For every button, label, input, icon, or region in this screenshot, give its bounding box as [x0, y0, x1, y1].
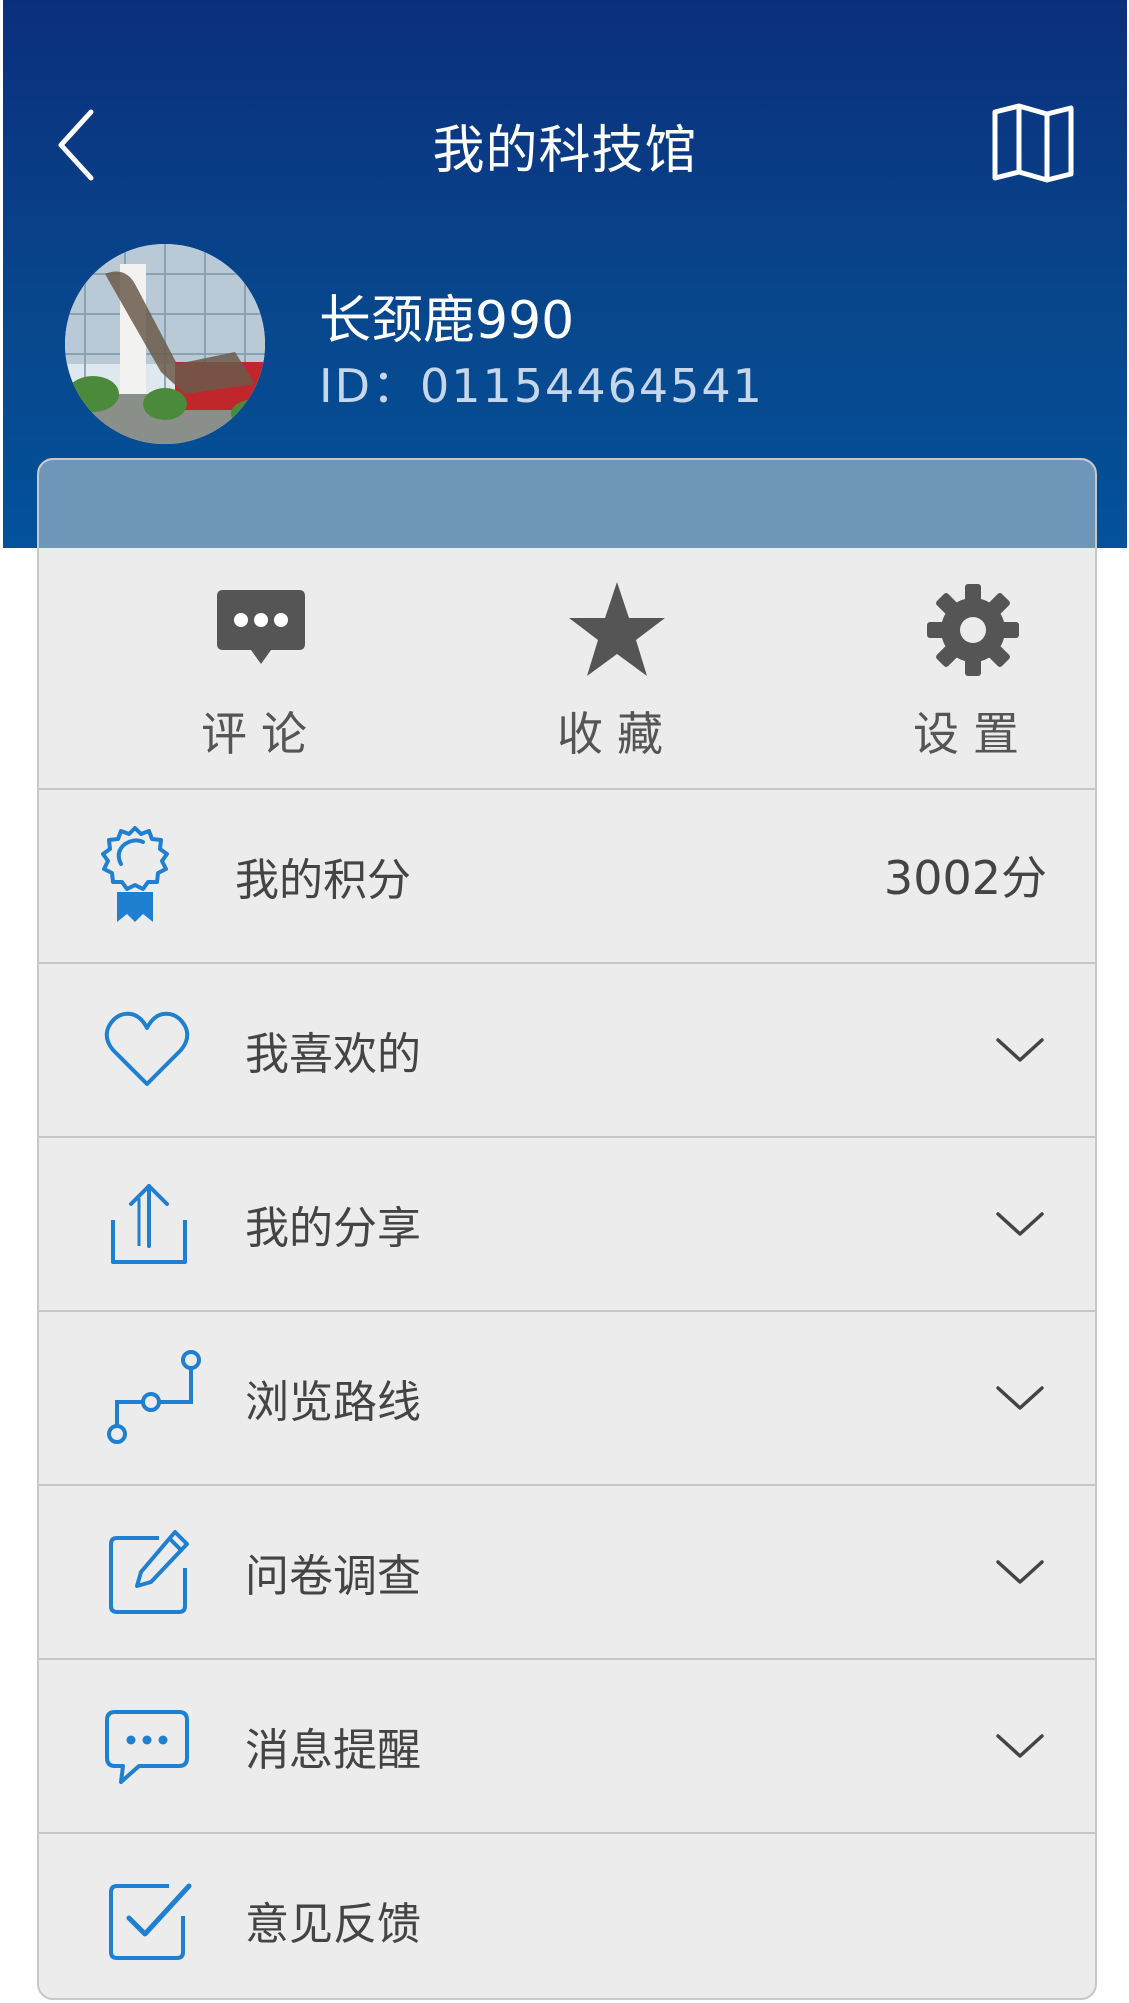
username: 长颈鹿990 — [319, 291, 575, 351]
route-icon — [107, 1350, 201, 1444]
points-label: 我的积分 — [235, 855, 411, 906]
comment-button[interactable]: 评论 — [161, 580, 361, 761]
menu-item-label: 意见反馈 — [245, 1899, 421, 1950]
points-row[interactable]: 我的积分 3002分 — [39, 790, 1095, 962]
edit-icon — [109, 1530, 189, 1614]
badge-icon — [101, 826, 169, 922]
favorite-label: 收藏 — [557, 707, 677, 761]
star-icon — [569, 582, 665, 676]
menu-item-feedback[interactable]: 意见反馈 — [39, 1834, 1095, 1998]
menu-item-messages[interactable]: 消息提醒 — [39, 1660, 1095, 1832]
message-icon — [105, 1710, 189, 1784]
account-panel: 评论 收藏 设置 我的积分 3002分 我喜欢的 我的分享 浏览路线 问卷调查 … — [37, 458, 1097, 2000]
favorite-button[interactable]: 收藏 — [517, 580, 717, 761]
menu-item-label: 消息提醒 — [245, 1725, 421, 1776]
points-value: 3002分 — [883, 851, 1047, 905]
map-button[interactable] — [991, 102, 1075, 184]
menu-item-label: 问卷调查 — [245, 1551, 421, 1602]
gear-icon — [927, 584, 1019, 676]
menu-item-survey[interactable]: 问卷调查 — [39, 1486, 1095, 1658]
chevron-down-icon — [996, 1560, 1044, 1584]
feedback-icon — [109, 1883, 192, 1960]
settings-label: 设置 — [913, 707, 1033, 761]
menu-item-label: 我喜欢的 — [245, 1029, 421, 1080]
settings-button[interactable]: 设置 — [873, 580, 1073, 761]
user-id: ID：01154464541 — [319, 359, 764, 413]
menu-item-label: 浏览路线 — [245, 1377, 421, 1428]
panel-header-band — [39, 460, 1095, 548]
page-title: 我的科技馆 — [432, 121, 698, 181]
chevron-down-icon — [996, 1734, 1044, 1758]
heart-icon — [104, 1011, 190, 1086]
chevron-down-icon — [996, 1038, 1044, 1062]
menu-item-label: 我的分享 — [245, 1203, 421, 1254]
avatar-photo — [65, 244, 265, 444]
share-icon — [111, 1184, 187, 1264]
menu-item-favorites[interactable]: 我喜欢的 — [39, 964, 1095, 1136]
menu-item-shares[interactable]: 我的分享 — [39, 1138, 1095, 1310]
menu-item-routes[interactable]: 浏览路线 — [39, 1312, 1095, 1484]
chevron-down-icon — [996, 1212, 1044, 1236]
avatar[interactable] — [65, 244, 265, 444]
comment-label: 评论 — [201, 707, 321, 761]
comment-icon — [217, 590, 305, 664]
chevron-down-icon — [996, 1386, 1044, 1410]
map-icon — [992, 103, 1074, 183]
